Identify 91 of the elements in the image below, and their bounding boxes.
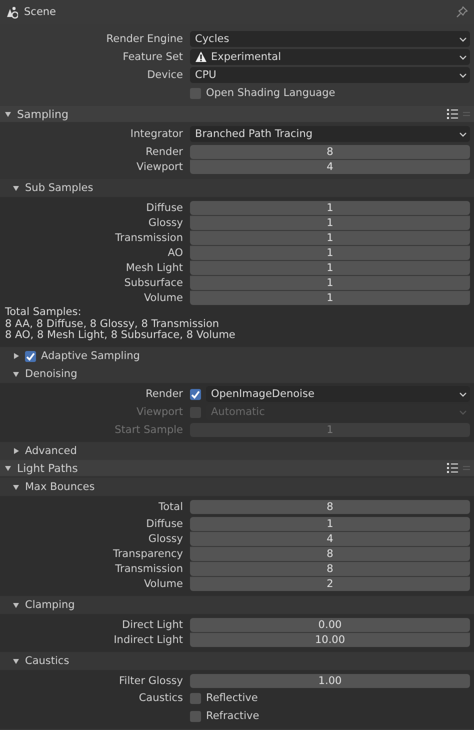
subpanel-header[interactable]: Advanced bbox=[0, 442, 474, 460]
field-label: Volume bbox=[144, 578, 183, 590]
triangle-icon[interactable] bbox=[12, 483, 20, 492]
info-text: 8 AO, 8 Mesh Light, 8 Subsurface, 8 Volume bbox=[5, 330, 236, 342]
checkbox[interactable] bbox=[190, 710, 201, 722]
number-field[interactable]: 1 bbox=[190, 261, 470, 275]
field-label: Render bbox=[146, 146, 183, 158]
checkbox-label: Refractive bbox=[206, 710, 260, 722]
number-field[interactable]: 1 bbox=[190, 246, 470, 260]
field-label: Filter Glossy bbox=[119, 675, 183, 688]
triangle-icon[interactable] bbox=[12, 370, 20, 378]
field-label: Total bbox=[158, 501, 183, 514]
subpanel-header[interactable]: Clamping bbox=[0, 596, 474, 614]
field-label: Integrator bbox=[130, 128, 183, 140]
field-label: Viewport bbox=[136, 406, 183, 418]
scene-icon bbox=[6, 6, 18, 18]
panel-header[interactable]: Light Paths bbox=[0, 460, 474, 478]
chevron-icon bbox=[459, 54, 467, 60]
triangle-icon[interactable] bbox=[12, 601, 20, 610]
triangle-icon[interactable] bbox=[12, 447, 20, 456]
number-field[interactable]: 1 bbox=[190, 517, 470, 532]
number-field[interactable]: 4 bbox=[190, 160, 470, 174]
subpanel-header[interactable]: Denoising bbox=[0, 365, 474, 384]
number-field[interactable]: 1 bbox=[190, 291, 470, 305]
number-field[interactable]: 10.00 bbox=[190, 633, 470, 648]
dropdown[interactable]: Cycles bbox=[190, 31, 470, 47]
number-field[interactable]: 1 bbox=[190, 201, 470, 215]
list-icon[interactable] bbox=[447, 462, 458, 474]
list-icon[interactable] bbox=[447, 108, 458, 120]
number-field[interactable]: 8 bbox=[190, 145, 470, 159]
chevron-icon bbox=[459, 390, 467, 398]
field-label: Transparency bbox=[112, 548, 183, 560]
field-label: Direct Light bbox=[122, 619, 183, 632]
field-label: Transmission bbox=[115, 563, 183, 576]
field-label: Mesh Light bbox=[126, 262, 183, 274]
field-label: Device bbox=[147, 69, 183, 81]
chevron-icon bbox=[459, 408, 467, 416]
warning-icon bbox=[195, 51, 207, 63]
panel-title: Scene bbox=[24, 6, 58, 18]
number-field[interactable]: 8 bbox=[190, 547, 470, 562]
chevron-icon bbox=[459, 72, 467, 78]
field-label: Glossy bbox=[148, 533, 183, 546]
checkbox[interactable] bbox=[190, 388, 201, 400]
checkbox[interactable] bbox=[190, 88, 201, 98]
triangle-icon[interactable] bbox=[12, 352, 20, 360]
number-field[interactable]: 1 bbox=[190, 231, 470, 245]
field-label: Render Engine bbox=[106, 33, 183, 45]
field-label: Volume bbox=[144, 292, 183, 304]
chevron-icon bbox=[459, 36, 467, 42]
subpanel-header[interactable]: Adaptive Sampling bbox=[0, 347, 474, 366]
number-field[interactable]: 1 bbox=[190, 216, 470, 230]
chevron-icon bbox=[459, 130, 467, 138]
info-text: 8 AA, 8 Diffuse, 8 Glossy, 8 Transmission bbox=[5, 318, 220, 330]
checkbox-label: Reflective bbox=[206, 692, 258, 704]
field-label: AO bbox=[168, 247, 183, 259]
field-label: Viewport bbox=[136, 161, 183, 173]
field-label: Render bbox=[146, 388, 183, 400]
dropdown[interactable]: CPU bbox=[190, 67, 470, 83]
field-label: Start Sample bbox=[114, 424, 183, 436]
field-label: Feature Set bbox=[122, 51, 183, 63]
number-field[interactable]: 0.00 bbox=[190, 618, 470, 632]
panel-header[interactable]: Sampling bbox=[0, 106, 474, 123]
subpanel-header[interactable]: Sub Samples bbox=[0, 179, 474, 197]
field-label: Glossy bbox=[148, 217, 183, 229]
number-field[interactable]: 4 bbox=[190, 532, 470, 546]
number-field[interactable]: 8 bbox=[190, 500, 470, 514]
number-field[interactable]: 1 bbox=[190, 276, 470, 290]
dropdown[interactable]: Experimental bbox=[190, 49, 470, 65]
number-field[interactable]: 8 bbox=[190, 562, 470, 576]
field-label: Subsurface bbox=[124, 277, 183, 289]
number-field[interactable]: 1.00 bbox=[190, 674, 470, 688]
triangle-icon[interactable] bbox=[4, 464, 12, 472]
field-label: Diffuse bbox=[146, 202, 183, 214]
subpanel-header[interactable]: Max Bounces bbox=[0, 478, 474, 496]
triangle-icon[interactable] bbox=[12, 184, 20, 192]
field-label: Diffuse bbox=[146, 518, 183, 530]
field-label: Transmission bbox=[115, 232, 183, 244]
number-field[interactable]: 2 bbox=[190, 577, 470, 592]
checkbox-label: Open Shading Language bbox=[206, 87, 336, 99]
drag-handle-icon[interactable] bbox=[463, 109, 470, 119]
subpanel-header[interactable]: Caustics bbox=[0, 652, 474, 670]
dropdown[interactable]: OpenImageDenoise bbox=[206, 386, 470, 402]
dropdown[interactable]: Branched Path Tracing bbox=[190, 126, 470, 142]
field-label: Indirect Light bbox=[114, 634, 183, 646]
triangle-icon[interactable] bbox=[4, 110, 12, 118]
triangle-icon[interactable] bbox=[12, 657, 20, 666]
field-label: Caustics bbox=[138, 692, 183, 704]
info-text: Total Samples: bbox=[5, 307, 82, 319]
checkbox[interactable] bbox=[190, 692, 201, 704]
pin-icon[interactable] bbox=[456, 6, 468, 18]
checkbox[interactable] bbox=[25, 350, 36, 362]
